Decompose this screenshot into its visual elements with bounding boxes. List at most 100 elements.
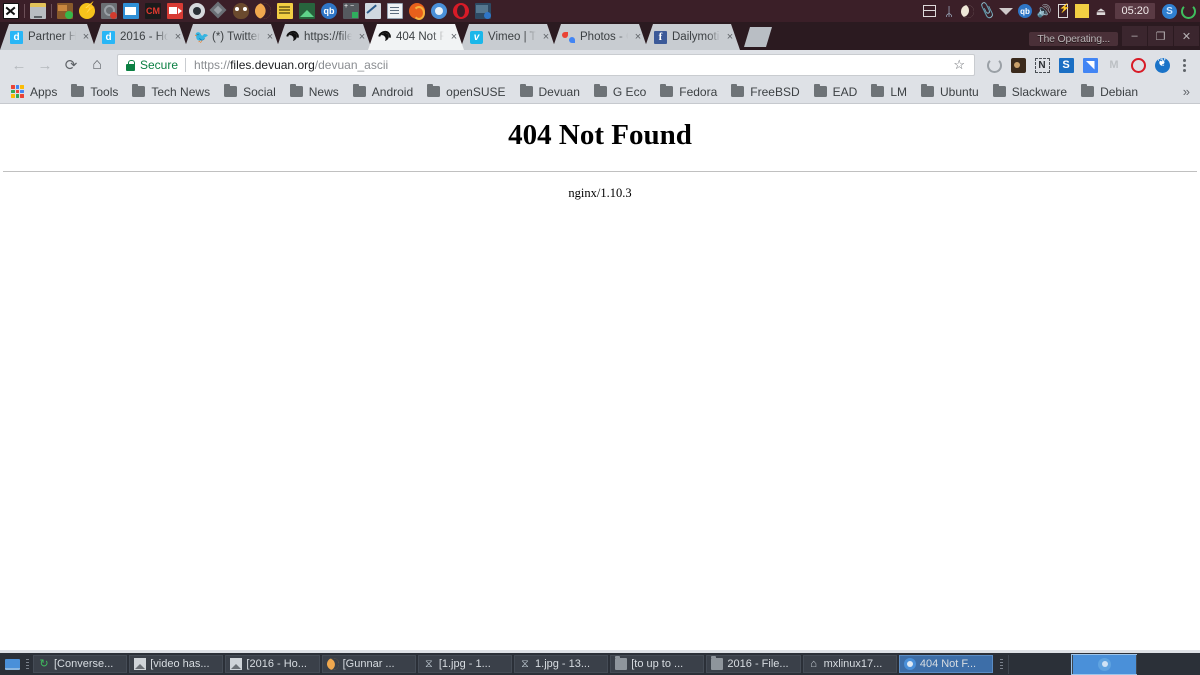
- browser-menu-button[interactable]: [1174, 58, 1194, 73]
- tab-close-icon[interactable]: ×: [262, 31, 278, 43]
- forward-button[interactable]: →: [32, 52, 58, 78]
- tab-close-icon[interactable]: ×: [722, 31, 738, 43]
- launcher-webcam[interactable]: [187, 1, 207, 21]
- bookmark-folder-g-eco[interactable]: G Eco: [587, 82, 653, 102]
- bookmark-folder-devuan[interactable]: Devuan: [513, 82, 587, 102]
- tab-close-icon[interactable]: ×: [170, 31, 186, 43]
- bookmark-folder-lm[interactable]: LM: [864, 82, 914, 102]
- bookmark-folder-slackware[interactable]: Slackware: [986, 82, 1074, 102]
- eject-icon[interactable]: ⏏: [1091, 1, 1110, 21]
- notes-tray-icon[interactable]: [1072, 1, 1091, 21]
- sync-icon[interactable]: [1160, 1, 1179, 21]
- bookmark-folder-ead[interactable]: EAD: [807, 82, 865, 102]
- tab-close-icon[interactable]: ×: [78, 31, 94, 43]
- mega-extension-icon[interactable]: M: [1103, 52, 1125, 78]
- battery-icon[interactable]: [1053, 1, 1072, 21]
- bookmark-folder-news[interactable]: News: [283, 82, 346, 102]
- bluetooth-icon[interactable]: ᛦ: [939, 1, 958, 21]
- refresh-icon[interactable]: [1179, 1, 1198, 21]
- volume-icon[interactable]: 🔊: [1034, 1, 1053, 21]
- back-button[interactable]: ←: [6, 52, 32, 78]
- taskbar-item-9[interactable]: 404 Not F...: [898, 655, 994, 673]
- close-window-button[interactable]: ✕: [1174, 26, 1199, 46]
- minimize-button[interactable]: –: [1122, 26, 1147, 46]
- launcher-firefox[interactable]: [407, 1, 427, 21]
- nimbus-extension-icon[interactable]: N: [1031, 52, 1053, 78]
- launcher-remote-desktop[interactable]: [473, 1, 493, 21]
- bookmarks-overflow-button[interactable]: »: [1177, 84, 1196, 99]
- workspace-1[interactable]: [1008, 654, 1072, 674]
- workspace-2[interactable]: [1071, 653, 1137, 675]
- launcher-gimp[interactable]: [231, 1, 251, 21]
- browser-tab-6[interactable]: Photos - Go ×: [552, 24, 648, 50]
- reload-button[interactable]: ⟳: [58, 52, 84, 78]
- bookmark-folder-tech-news[interactable]: Tech News: [125, 82, 217, 102]
- tab-close-icon[interactable]: ×: [538, 31, 554, 43]
- home-button[interactable]: ⌂: [84, 52, 110, 78]
- taskbar-item-1[interactable]: [video has...: [129, 655, 224, 673]
- opera-extension-icon[interactable]: [1127, 52, 1149, 78]
- bookmark-folder-debian[interactable]: Debian: [1074, 82, 1145, 102]
- skype-extension-icon[interactable]: S: [1055, 52, 1077, 78]
- taskbar-item-7[interactable]: 2016 - File...: [706, 655, 801, 673]
- addthis-share-icon[interactable]: [1151, 52, 1173, 78]
- taskbar-item-3[interactable]: [Gunnar ...: [321, 655, 416, 673]
- taskbar-item-0[interactable]: ↻ [Converse...: [33, 655, 128, 673]
- bookmark-folder-android[interactable]: Android: [346, 82, 420, 102]
- launcher-opera[interactable]: [451, 1, 471, 21]
- browser-tab-1[interactable]: d 2016 - How×: [92, 24, 188, 50]
- bookmark-folder-social[interactable]: Social: [217, 82, 283, 102]
- launcher-screen-recorder[interactable]: [165, 1, 185, 21]
- launcher-text-editor[interactable]: [363, 1, 383, 21]
- launcher-package-installer[interactable]: [55, 1, 75, 21]
- browser-tab-4[interactable]: 404 Not Fou×: [368, 24, 464, 50]
- workspace-3[interactable]: [1136, 654, 1200, 674]
- google-extension-icon[interactable]: [1079, 52, 1101, 78]
- browser-tab-2[interactable]: 🐦 (*) Twitter ×: [184, 24, 280, 50]
- bookmark-star-icon[interactable]: ☆: [948, 57, 970, 73]
- launcher-chromium[interactable]: [429, 1, 449, 21]
- launcher-settings-app[interactable]: [99, 1, 119, 21]
- launcher-calculator[interactable]: [341, 1, 361, 21]
- browser-tab-7[interactable]: f Dailymotion×: [644, 24, 740, 50]
- browser-tab-5[interactable]: v Vimeo | Th ×: [460, 24, 556, 50]
- taskbar-item-8[interactable]: ⌂ mxlinux17...: [802, 655, 897, 673]
- show-desktop-button[interactable]: [0, 653, 24, 675]
- bookmark-folder-tools[interactable]: Tools: [64, 82, 125, 102]
- new-tab-button[interactable]: [744, 27, 772, 47]
- tab-close-icon[interactable]: ×: [446, 31, 462, 43]
- address-bar[interactable]: Secure https://files.devuan.org/devuan_a…: [117, 54, 975, 76]
- reload-extension-icon[interactable]: [983, 52, 1005, 78]
- maximize-button[interactable]: ❐: [1148, 26, 1173, 46]
- taskbar-item-2[interactable]: [2016 - Ho...: [225, 655, 320, 673]
- launcher-window-manager[interactable]: [121, 1, 141, 21]
- taskbar-item-4[interactable]: ⧖ [1.jpg - 1...: [417, 655, 513, 673]
- taskbar-item-6[interactable]: [to up to ...: [610, 655, 705, 673]
- launcher-archive-manager[interactable]: [28, 1, 48, 21]
- tab-close-icon[interactable]: ×: [354, 31, 370, 43]
- launcher-mx-moon[interactable]: [252, 0, 274, 22]
- bookmark-folder-opensuse[interactable]: openSUSE: [420, 82, 512, 102]
- pager-handle[interactable]: [998, 656, 1005, 672]
- clock[interactable]: 05:20: [1115, 3, 1155, 19]
- launcher-notes[interactable]: [275, 1, 295, 21]
- screenshot-extension-icon[interactable]: [1007, 52, 1029, 78]
- launcher-image-viewer[interactable]: [297, 1, 317, 21]
- launcher-document-viewer[interactable]: [385, 1, 405, 21]
- bookmark-folder-freebsd[interactable]: FreeBSD: [724, 82, 806, 102]
- launcher-qbittorrent[interactable]: [319, 1, 339, 21]
- bookmark-folder-ubuntu[interactable]: Ubuntu: [914, 82, 986, 102]
- launcher-xterm[interactable]: [1, 1, 21, 21]
- taskbar-item-5[interactable]: ⧖ 1.jpg - 13...: [514, 655, 609, 673]
- package-updates-icon[interactable]: [920, 1, 939, 21]
- taskbar-handle[interactable]: [24, 656, 31, 672]
- launcher-diamond-app[interactable]: [209, 1, 229, 21]
- qbittorrent-tray-icon[interactable]: qb: [1015, 1, 1034, 21]
- clipboard-icon[interactable]: 📎: [977, 1, 997, 21]
- moon-icon[interactable]: [958, 1, 977, 21]
- bookmark-folder-fedora[interactable]: Fedora: [653, 82, 724, 102]
- tab-close-icon[interactable]: ×: [630, 31, 646, 43]
- browser-tab-3[interactable]: https://files ×: [276, 24, 372, 50]
- browser-tab-0[interactable]: d Partner HQ×: [0, 24, 96, 50]
- bookmark-apps[interactable]: Apps: [4, 82, 64, 102]
